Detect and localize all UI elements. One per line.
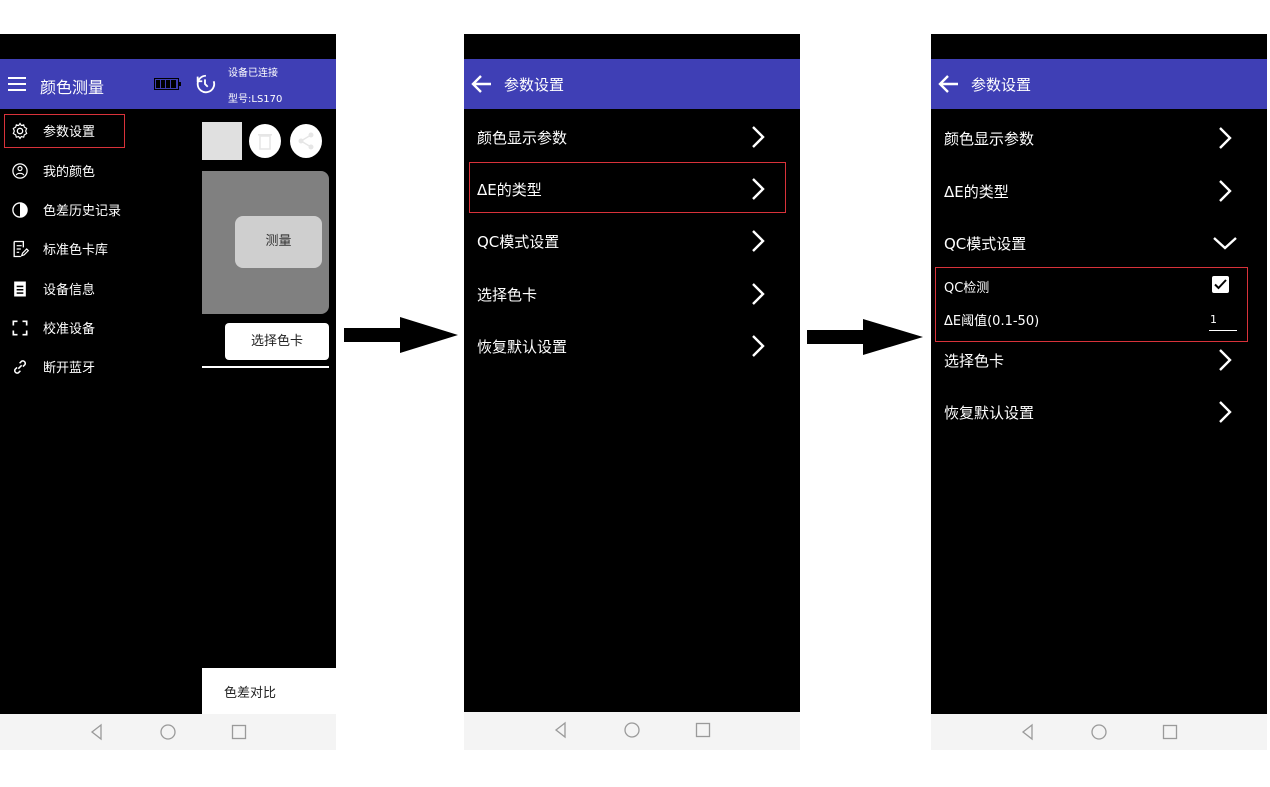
drawer-item-device-info[interactable]: 设备信息 bbox=[0, 270, 202, 306]
phone-screen-qc-expanded: 参数设置 颜色显示参数 ΔE的类型 QC模式设置 QC检测 ΔE阈值(0.1-5… bbox=[931, 34, 1267, 750]
drawer-item-label: 标准色卡库 bbox=[43, 243, 109, 258]
drawer-item-standard-library[interactable]: 标准色卡库 bbox=[0, 230, 202, 266]
settings-row-label: 恢复默认设置 bbox=[477, 338, 568, 356]
chevron-right-icon bbox=[752, 335, 765, 357]
hamburger-menu-icon[interactable] bbox=[8, 76, 26, 92]
trash-icon bbox=[258, 134, 272, 150]
qc-check-checkbox[interactable] bbox=[1212, 276, 1229, 293]
share-button[interactable] bbox=[290, 124, 322, 158]
settings-row-restore-defaults[interactable]: 恢复默认设置 bbox=[931, 386, 1267, 438]
link-icon bbox=[14, 360, 26, 374]
settings-row-label: 颜色显示参数 bbox=[944, 130, 1035, 148]
settings-row-delta-e-type[interactable]: ΔE的类型 bbox=[931, 165, 1267, 217]
settings-row-label: 选择色卡 bbox=[477, 286, 538, 304]
flow-arrow-icon bbox=[344, 317, 458, 353]
calibrate-icon bbox=[12, 320, 28, 336]
page-title: 参数设置 bbox=[971, 76, 1032, 94]
chevron-right-icon bbox=[1219, 401, 1232, 423]
app-bar: 颜色测量 设备已连接 型号:LS170 bbox=[0, 59, 336, 109]
settings-row-select-card[interactable]: 选择色卡 bbox=[464, 268, 800, 320]
phone-screen-parameter-settings: 参数设置 颜色显示参数 ΔE的类型 QC模式设置 选择色卡 恢复默认设置 bbox=[464, 34, 800, 750]
drawer-item-label: 校准设备 bbox=[43, 322, 96, 337]
settings-row-qc-mode[interactable]: QC模式设置 bbox=[931, 217, 1267, 269]
nav-home-icon[interactable] bbox=[159, 723, 177, 741]
back-arrow-icon[interactable] bbox=[937, 72, 961, 96]
connection-status: 设备已连接 bbox=[228, 68, 278, 79]
settings-row-label: QC模式设置 bbox=[477, 233, 560, 251]
drawer-item-label: 设备信息 bbox=[43, 283, 96, 298]
back-arrow-icon[interactable] bbox=[470, 72, 494, 96]
threshold-label: ΔE阈值(0.1-50) bbox=[944, 314, 1040, 329]
nav-home-icon[interactable] bbox=[623, 721, 641, 739]
device-model: 型号:LS170 bbox=[228, 94, 283, 105]
settings-row-label: 恢复默认设置 bbox=[944, 404, 1035, 422]
compare-tab-label: 色差对比 bbox=[224, 686, 277, 701]
chevron-right-icon bbox=[1219, 349, 1232, 371]
contrast-icon bbox=[12, 202, 28, 218]
settings-row-color-display[interactable]: 颜色显示参数 bbox=[464, 111, 800, 163]
select-card-button[interactable]: 选择色卡 bbox=[225, 323, 329, 360]
divider bbox=[202, 366, 329, 368]
drawer-item-my-colors[interactable]: 我的颜色 bbox=[0, 152, 202, 188]
threshold-input[interactable]: 1 bbox=[1209, 310, 1237, 331]
system-nav-bar bbox=[931, 714, 1267, 750]
settings-row-label: 选择色卡 bbox=[944, 352, 1005, 370]
status-strip bbox=[0, 34, 336, 59]
measure-button[interactable]: 测量 bbox=[235, 216, 322, 268]
qc-check-label: QC检测 bbox=[944, 281, 990, 296]
drawer-item-label: 色差历史记录 bbox=[43, 204, 122, 219]
status-strip bbox=[464, 34, 800, 59]
app-title: 颜色测量 bbox=[40, 78, 105, 97]
page-title: 参数设置 bbox=[504, 76, 565, 94]
highlight-box bbox=[469, 162, 786, 213]
drawer-item-calibrate[interactable]: 校准设备 bbox=[0, 309, 202, 345]
phone-screen-main-drawer: 颜色测量 设备已连接 型号:LS170 参数设置 我的颜色 色差历史记录 标准色… bbox=[0, 34, 336, 750]
system-nav-bar bbox=[0, 714, 336, 750]
document-edit-icon bbox=[13, 240, 30, 258]
chevron-right-icon bbox=[752, 283, 765, 305]
settings-row-restore-defaults[interactable]: 恢复默认设置 bbox=[464, 320, 800, 372]
compare-tab[interactable]: 色差对比 bbox=[202, 668, 336, 714]
settings-row-qc-mode[interactable]: QC模式设置 bbox=[464, 215, 800, 267]
system-nav-bar bbox=[464, 712, 800, 750]
drawer-item-label: 断开蓝牙 bbox=[43, 361, 96, 376]
nav-back-icon[interactable] bbox=[552, 721, 570, 739]
highlight-box bbox=[4, 114, 125, 148]
battery-icon bbox=[154, 78, 181, 90]
status-strip bbox=[931, 34, 1267, 59]
chevron-right-icon bbox=[1219, 180, 1232, 202]
history-icon[interactable] bbox=[194, 73, 216, 95]
info-list-icon bbox=[14, 281, 26, 297]
drawer-item-disconnect-bluetooth[interactable]: 断开蓝牙 bbox=[0, 348, 202, 384]
chevron-down-icon bbox=[1213, 237, 1237, 250]
nav-recents-icon[interactable] bbox=[1161, 723, 1179, 741]
nav-recents-icon[interactable] bbox=[694, 721, 712, 739]
nav-back-icon[interactable] bbox=[1019, 723, 1037, 741]
drawer-item-label: 我的颜色 bbox=[43, 165, 96, 180]
flow-arrow-icon bbox=[807, 319, 923, 355]
app-bar: 参数设置 bbox=[464, 59, 800, 109]
chevron-right-icon bbox=[1219, 127, 1232, 149]
share-icon bbox=[298, 132, 314, 150]
color-swatch[interactable] bbox=[202, 122, 242, 160]
settings-row-select-card[interactable]: 选择色卡 bbox=[931, 334, 1267, 386]
settings-row-label: ΔE的类型 bbox=[944, 183, 1009, 201]
app-bar: 参数设置 bbox=[931, 59, 1267, 109]
settings-row-label: 颜色显示参数 bbox=[477, 129, 568, 147]
settings-row-label: QC模式设置 bbox=[944, 235, 1027, 253]
chevron-right-icon bbox=[752, 126, 765, 148]
nav-back-icon[interactable] bbox=[88, 723, 106, 741]
checkmark-icon bbox=[1214, 279, 1227, 290]
delete-button[interactable] bbox=[249, 124, 281, 158]
nav-home-icon[interactable] bbox=[1090, 723, 1108, 741]
settings-row-color-display[interactable]: 颜色显示参数 bbox=[931, 112, 1267, 164]
drawer-item-history[interactable]: 色差历史记录 bbox=[0, 191, 202, 227]
chevron-right-icon bbox=[752, 230, 765, 252]
nav-recents-icon[interactable] bbox=[230, 723, 248, 741]
person-icon bbox=[12, 163, 28, 179]
